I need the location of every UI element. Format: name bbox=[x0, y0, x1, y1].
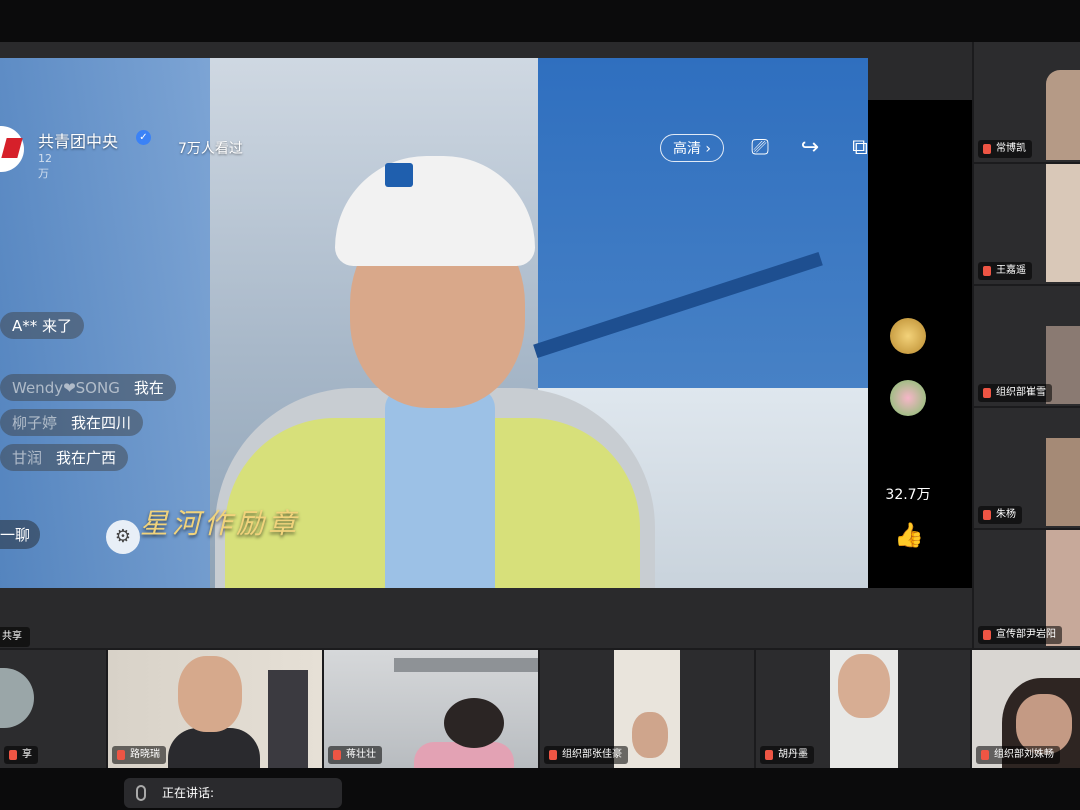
video-caption: 星河作励章 bbox=[140, 507, 301, 540]
live-video[interactable] bbox=[0, 58, 868, 588]
chat-text: 我在广西 bbox=[56, 449, 117, 467]
participant-video bbox=[268, 670, 308, 768]
chat-message: Wendy❤SONG 我在 bbox=[0, 374, 176, 401]
participant-tile[interactable]: 蒋壮壮 bbox=[324, 650, 538, 768]
participant-tile[interactable]: 组织部崔雪 bbox=[974, 286, 1080, 406]
participant-tile[interactable]: 路晓瑞 bbox=[108, 650, 322, 768]
chat-text: 我在 bbox=[133, 379, 164, 397]
host-followers: 12万 bbox=[38, 152, 52, 180]
chat-message: 柳子婷 我在四川 bbox=[0, 409, 144, 436]
participant-name: 蒋壮壮 bbox=[328, 746, 382, 764]
participant-video bbox=[394, 658, 538, 672]
speaking-label: 正在讲话: bbox=[162, 786, 215, 800]
chat-user: 柳子婷 bbox=[12, 414, 58, 432]
participant-video bbox=[632, 712, 668, 758]
sticker-icon[interactable] bbox=[890, 380, 926, 416]
participant-video bbox=[178, 656, 242, 732]
chat-message: A** 来了 bbox=[0, 312, 85, 339]
participant-tile[interactable]: 胡丹墨 bbox=[756, 650, 970, 768]
helmet-logo bbox=[385, 163, 413, 187]
participant-avatar bbox=[0, 668, 34, 728]
participant-video bbox=[1046, 164, 1080, 282]
participant-name: 组织部刘姝畅 bbox=[976, 746, 1060, 764]
participant-name: 路晓瑞 bbox=[112, 746, 166, 764]
participant-name: 享 bbox=[4, 746, 38, 764]
screen-share-tag: 共享 bbox=[0, 627, 30, 647]
participant-tile[interactable]: 常博凯 bbox=[974, 42, 1080, 162]
participant-name: 组织部崔雪 bbox=[978, 384, 1052, 402]
share-icon[interactable]: ↪ bbox=[796, 134, 824, 162]
microphone-icon bbox=[136, 785, 146, 801]
participant-name: 宣传部尹岩阳 bbox=[978, 626, 1062, 644]
participant-name: 组织部张佳豪 bbox=[544, 746, 628, 764]
thumbs-up-icon[interactable]: 👍 bbox=[894, 520, 924, 550]
participant-video bbox=[1046, 438, 1080, 526]
verified-badge-icon: ✓ bbox=[136, 130, 151, 145]
chat-message: 甘润 我在广西 bbox=[0, 444, 129, 471]
participant-tile[interactable]: 组织部张佳豪 bbox=[540, 650, 754, 768]
quality-button[interactable]: 高清 › bbox=[660, 134, 724, 162]
cast-icon[interactable]: ⎚ bbox=[746, 134, 774, 162]
participant-video bbox=[444, 698, 504, 748]
shop-icon[interactable]: ⚙ bbox=[106, 520, 140, 554]
chat-text: A** 来了 bbox=[12, 317, 73, 335]
viewer-count: 7万人看过 bbox=[178, 141, 243, 157]
presenter-shirt bbox=[385, 388, 495, 588]
participant-video bbox=[838, 654, 890, 718]
presenter-helmet bbox=[335, 156, 535, 266]
like-count: 32.7万 bbox=[885, 487, 931, 503]
participant-video bbox=[1046, 70, 1080, 160]
chat-user: 甘润 bbox=[12, 449, 43, 467]
participant-name: 王嘉遥 bbox=[978, 262, 1032, 280]
participant-name: 朱杨 bbox=[978, 506, 1022, 524]
chat-user: Wendy❤SONG bbox=[12, 379, 120, 397]
participant-tile[interactable]: 宣传部尹岩阳 bbox=[974, 530, 1080, 648]
participant-tile[interactable]: 王嘉遥 bbox=[974, 164, 1080, 284]
host-name[interactable]: 共青团中央 bbox=[38, 128, 118, 152]
participant-video bbox=[1016, 694, 1072, 754]
chat-text: 我在四川 bbox=[71, 414, 132, 432]
speaking-indicator: 正在讲话: bbox=[124, 778, 342, 808]
participant-video bbox=[168, 728, 260, 768]
participant-name: 常博凯 bbox=[978, 140, 1032, 158]
participant-tile[interactable]: 享 bbox=[0, 650, 106, 768]
participant-tile[interactable]: 组织部刘姝畅 bbox=[972, 650, 1080, 768]
participant-tile[interactable]: 朱杨 bbox=[974, 408, 1080, 528]
participant-name: 胡丹墨 bbox=[760, 746, 814, 764]
top-bar bbox=[0, 0, 1080, 42]
gift-icon[interactable] bbox=[890, 318, 926, 354]
chat-input-button[interactable]: 一聊 bbox=[0, 520, 41, 549]
